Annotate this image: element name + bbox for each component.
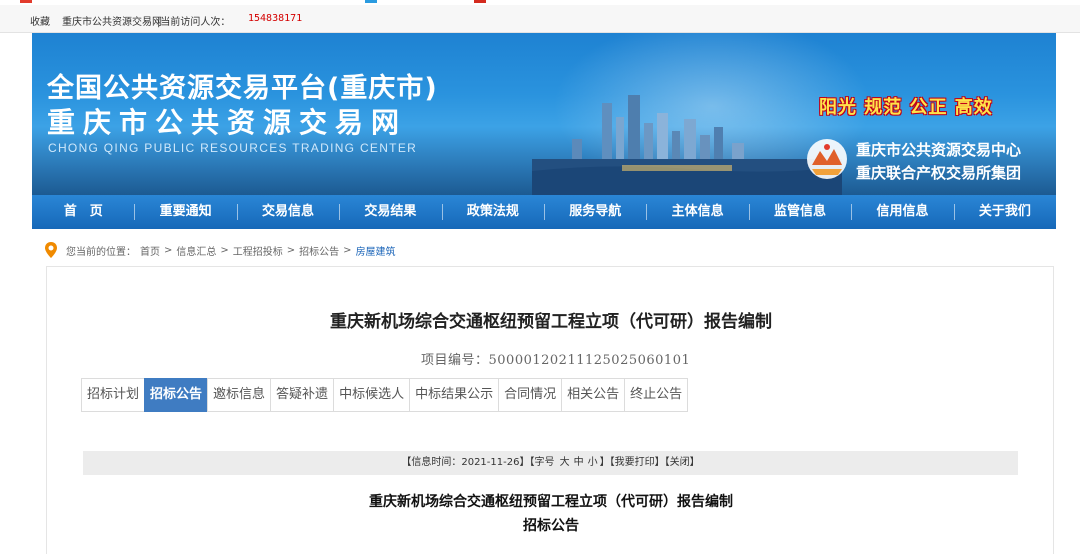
nav-item-trade-info[interactable]: 交易信息 <box>236 195 339 229</box>
breadcrumb: 您当前的位置： 首页 > 信息汇总 > 工程招投标 > 招标公告 > 房屋建筑 <box>44 240 400 260</box>
font-size-large-button[interactable]: 大 <box>560 457 570 468</box>
nav-item-trade-results[interactable]: 交易结果 <box>339 195 441 229</box>
nav-item-service-guide[interactable]: 服务导航 <box>544 195 646 229</box>
nav-item-about[interactable]: 关于我们 <box>953 195 1056 229</box>
project-code: 项目编号：500001202111250250601​01 <box>421 349 690 368</box>
tab-qa-supplement[interactable]: 答疑补遗 <box>270 378 335 412</box>
visits-count: 154838171 <box>248 13 303 24</box>
nav-item-entity-info[interactable]: 主体信息 <box>646 195 748 229</box>
breadcrumb-item-engineering[interactable]: 工程招投标 <box>233 243 283 258</box>
breadcrumb-separator: > <box>164 244 173 256</box>
banner-title-line2: 重庆市公共资源交易网 <box>47 106 408 139</box>
font-size-close: 】 <box>599 457 610 468</box>
banner-title-line1: 全国公共资源交易平台(重庆市) <box>47 73 438 104</box>
tab-bid-notice[interactable]: 招标公告 <box>144 378 209 412</box>
nav-item-notices[interactable]: 重要通知 <box>134 195 236 229</box>
strip-mark-blue <box>365 0 377 3</box>
tab-invitation[interactable]: 邀标信息 <box>207 378 272 412</box>
nav-item-policies[interactable]: 政策法规 <box>441 195 544 229</box>
nav-item-supervision[interactable]: 监管信息 <box>748 195 851 229</box>
strip-mark-red-2 <box>474 0 486 3</box>
top-bar: 收藏 重庆市公共资源交易网 |当前访问人次： 154838171 <box>0 5 1080 33</box>
org-name-line1: 重庆市公共资源交易中心 <box>856 141 1022 159</box>
document-title: 重庆新机场综合交通枢纽预留工程立项（代可研）报告编制 <box>369 494 733 510</box>
breadcrumb-separator: > <box>343 244 352 256</box>
breadcrumb-item-tender-notice[interactable]: 招标公告 <box>299 243 339 258</box>
tab-contract[interactable]: 合同情况 <box>498 378 563 412</box>
visits-label: |当前访问人次： <box>157 17 231 28</box>
close-button[interactable]: 【关闭】 <box>665 457 700 468</box>
location-pin-icon <box>45 242 57 258</box>
font-size-small-button[interactable]: 小 <box>588 457 598 468</box>
site-name-link[interactable]: 重庆市公共资源交易网 <box>62 13 162 28</box>
stage-tabs: 招标计划 招标公告 邀标信息 答疑补遗 中标候选人 中标结果公示 合同情况 相关… <box>81 378 689 412</box>
org-name-line2: 重庆联合产权交易所集团 <box>856 164 1022 182</box>
font-size-medium-button[interactable]: 中 <box>574 457 584 468</box>
breadcrumb-item-summary[interactable]: 信息汇总 <box>176 243 216 258</box>
strip-mark-red <box>20 0 32 3</box>
banner-title-english: CHONG QING PUBLIC RESOURCES TRADING CENT… <box>48 141 418 155</box>
breadcrumb-item-current[interactable]: 房屋建筑 <box>356 243 396 258</box>
tab-termination[interactable]: 终止公告 <box>624 378 689 412</box>
print-button[interactable]: 【我要打印】 <box>610 457 665 468</box>
nav-item-credit[interactable]: 信用信息 <box>851 195 953 229</box>
breadcrumb-prefix: 您当前的位置： <box>66 246 136 258</box>
info-bar: 【信息时间：2021-11-26】【字号 大中小】【我要打印】【关闭】 <box>83 451 1018 475</box>
info-time-value: 2021-11-26 <box>461 457 520 468</box>
city-skyline-image <box>532 95 842 195</box>
breadcrumb-separator: > <box>286 244 296 256</box>
info-time-close: 】 <box>519 457 530 468</box>
info-time-label: 【信息时间： <box>401 457 462 468</box>
breadcrumb-item-home[interactable]: 首页 <box>140 243 160 258</box>
font-size-label: 【字号 <box>529 457 555 468</box>
tab-related-notices[interactable]: 相关公告 <box>561 378 626 412</box>
project-code-value: 500001202111250250601​01 <box>488 353 691 368</box>
breadcrumb-separator: > <box>220 244 229 256</box>
banner-slogan: 阳光 规范 公正 高效 <box>819 97 993 118</box>
trading-center-logo-icon <box>807 139 847 179</box>
tab-winning-candidates[interactable]: 中标候选人 <box>333 378 411 412</box>
content-panel: 重庆新机场综合交通枢纽预留工程立项（代可研）报告编制 项目编号：50000120… <box>46 266 1054 554</box>
nav-item-home[interactable]: 首 页 <box>32 195 134 229</box>
tab-bid-plan[interactable]: 招标计划 <box>81 378 146 412</box>
document-subtitle: 招标公告 <box>523 518 579 534</box>
project-code-label: 项目编号： <box>421 353 489 368</box>
project-title: 重庆新机场综合交通枢纽预留工程立项（代可研）报告编制 <box>330 312 772 332</box>
favorite-link[interactable]: 收藏 <box>30 13 50 28</box>
tab-award-publicity[interactable]: 中标结果公示 <box>409 378 500 412</box>
main-nav: 首 页 重要通知 交易信息 交易结果 政策法规 服务导航 主体信息 监管信息 信… <box>32 195 1056 229</box>
site-banner: 全国公共资源交易平台(重庆市) 重庆市公共资源交易网 CHONG QING PU… <box>32 33 1056 195</box>
